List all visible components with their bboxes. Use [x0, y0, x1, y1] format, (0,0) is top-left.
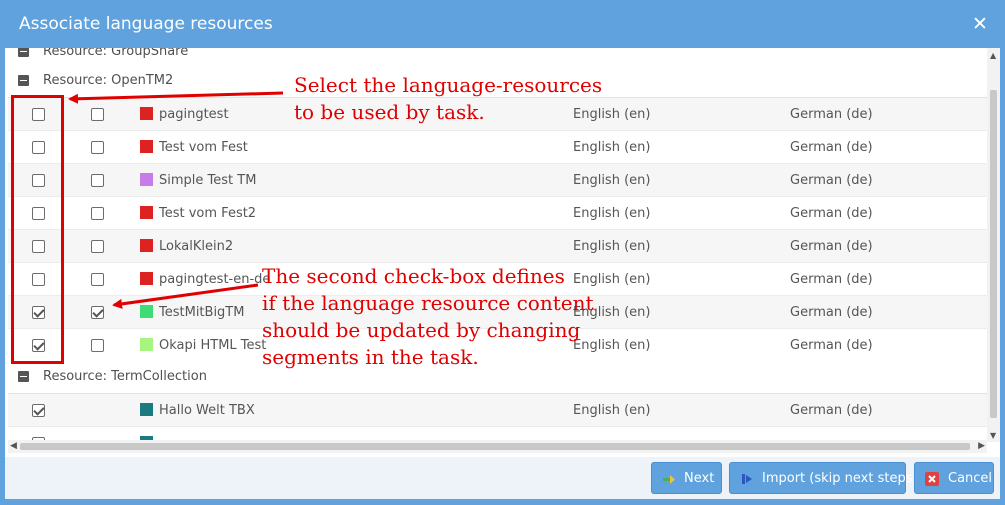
annotation-line: to be used by task. [294, 100, 485, 124]
annotation-second-checkbox-text: The second check-box defines if the lang… [262, 263, 594, 371]
annotation-arrow [68, 91, 284, 104]
annotation-line: Select the language-resources [294, 73, 603, 97]
annotation-line: The second check-box defines [262, 264, 565, 288]
annotation-line: should be updated by changing [262, 318, 581, 342]
annotation-arrow [112, 283, 259, 309]
annotation-line: segments in the task. [262, 345, 479, 369]
annotation-line: if the language resource content [262, 291, 594, 315]
annotation-select-text: Select the language-resources to be used… [294, 72, 602, 126]
